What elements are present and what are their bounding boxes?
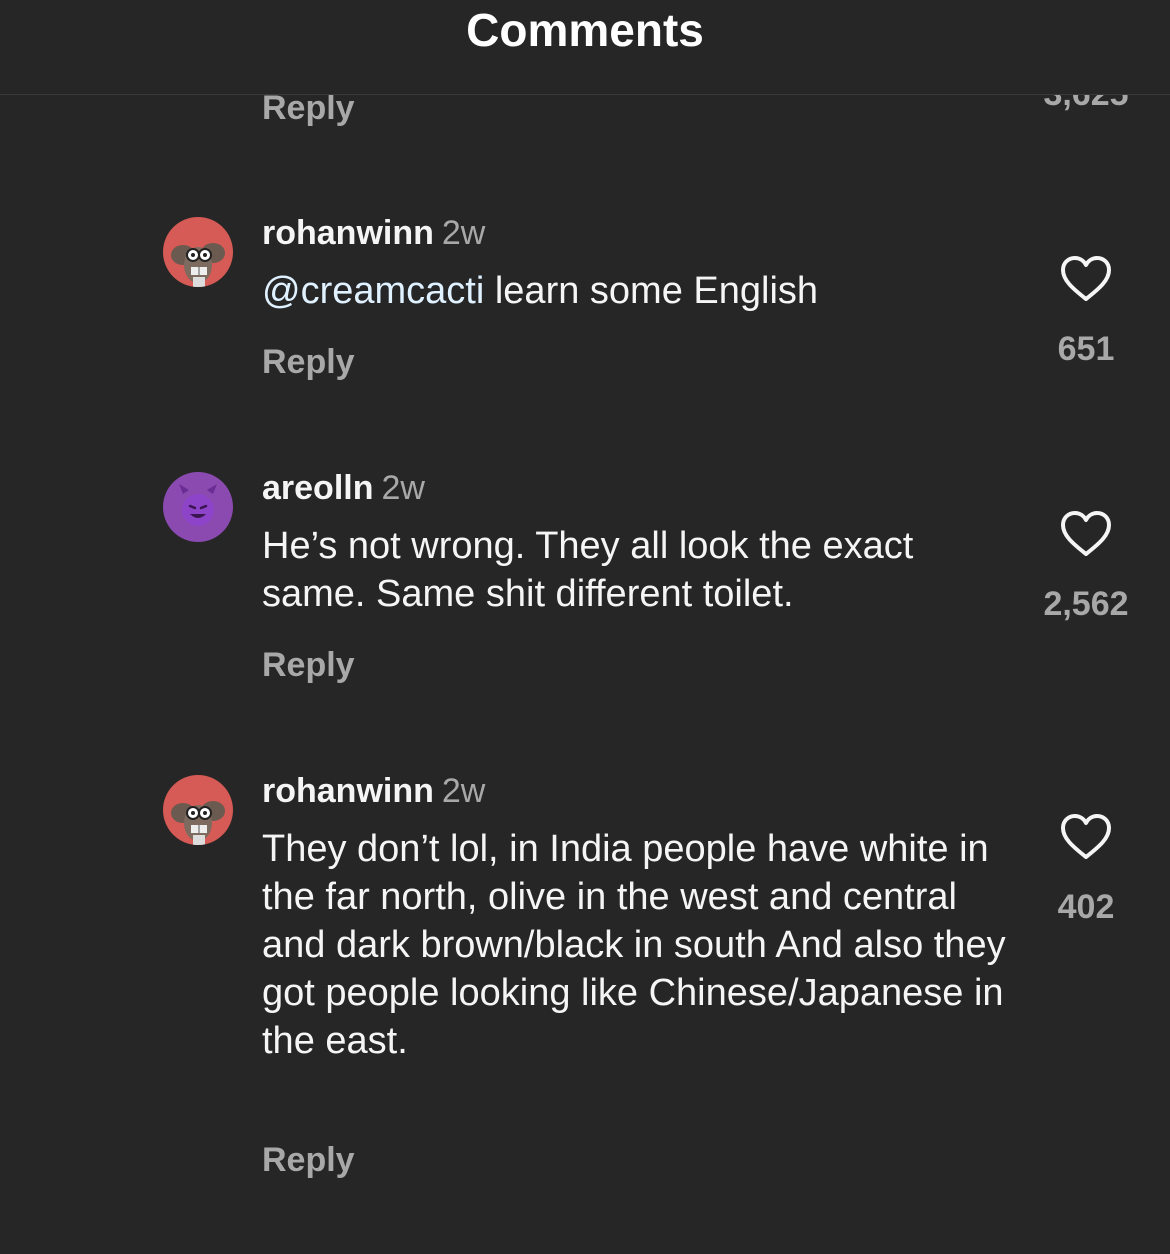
comment-meta: rohanwinn 2w [262,771,485,811]
jerry-mouse-avatar-icon [163,217,233,287]
heart-icon[interactable] [1060,255,1112,303]
comment-username[interactable]: areolln [262,469,373,507]
comment-meta: rohanwinn 2w [262,213,485,253]
reply-button[interactable]: Reply [262,342,355,382]
comments-header: Comments [0,0,1170,95]
heart-icon[interactable] [1060,813,1112,861]
like-count: 2,562 [1043,585,1129,623]
comment-time: 2w [441,214,486,252]
reply-button[interactable]: Reply [262,95,355,128]
comment-meta: areolln 2w [262,468,425,508]
like-count: 402 [1057,888,1115,926]
comment-body: They don’t lol, in India people have whi… [262,828,1006,1062]
comment-text: They don’t lol, in India people have whi… [262,825,1022,1065]
avatar[interactable] [163,472,233,542]
comment-body: He’s not wrong. They all look the exact … [262,525,914,615]
reply-button[interactable]: Reply [262,645,355,685]
comment-time: 2w [441,772,486,810]
mention-link[interactable]: @creamcacti [262,270,484,312]
purple-devil-emoji-avatar-icon [163,472,233,542]
comments-list[interactable]: Reply 3,625 rohanwinn2w @creamcacti lear [0,95,1170,1254]
page-title: Comments [466,4,704,56]
reply-button[interactable]: Reply [262,1140,355,1180]
comment-body: learn some English [484,270,819,312]
comment-text: @creamcacti learn some English [262,267,1022,315]
comment-time: 2w [381,469,425,507]
jerry-mouse-avatar-icon [163,775,233,845]
avatar[interactable] [163,217,233,287]
heart-icon[interactable] [1060,510,1112,558]
like-count: 651 [1057,330,1115,368]
like-count: 3,625 [1030,95,1142,114]
comment-text: He’s not wrong. They all look the exact … [262,522,1022,618]
comment-username[interactable]: rohanwinn [262,772,434,810]
comment-username[interactable]: rohanwinn [262,214,434,252]
avatar[interactable] [163,775,233,845]
